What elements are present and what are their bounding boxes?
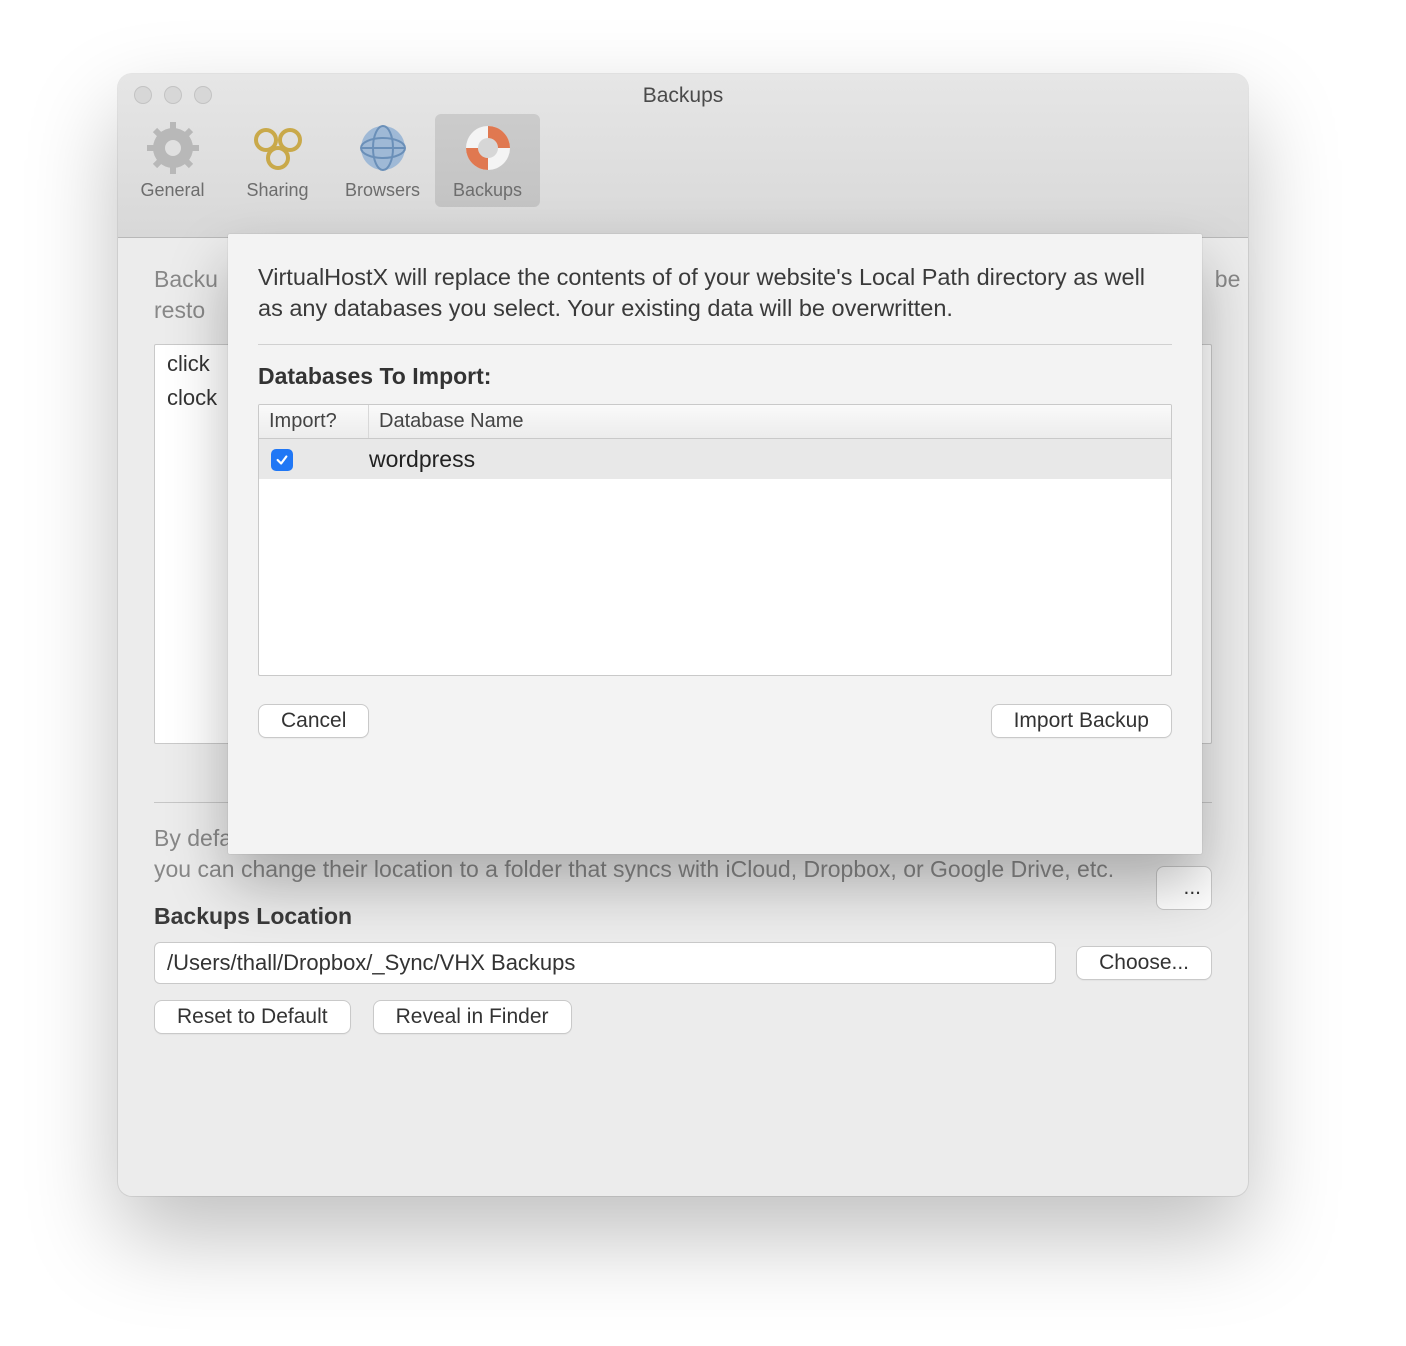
- tab-general[interactable]: General: [120, 114, 225, 207]
- tab-label: General: [120, 180, 225, 201]
- import-checkbox[interactable]: [271, 449, 293, 471]
- choose-location-button[interactable]: Choose...: [1076, 946, 1212, 980]
- preferences-toolbar: General Sharing Browsers Backups: [120, 114, 540, 207]
- checkmark-icon: [275, 453, 289, 467]
- reveal-in-finder-button[interactable]: Reveal in Finder: [373, 1000, 572, 1034]
- backups-location-heading: Backups Location: [154, 903, 1212, 930]
- backups-location-path[interactable]: /Users/thall/Dropbox/_Sync/VHX Backups: [154, 942, 1056, 984]
- database-name-cell: wordpress: [369, 446, 1171, 473]
- databases-table: Import? Database Name wordpress: [258, 404, 1172, 676]
- hidden-button-edge[interactable]: ...: [1156, 866, 1212, 910]
- cancel-button[interactable]: Cancel: [258, 704, 369, 738]
- globe-icon: [357, 122, 409, 174]
- life-preserver-icon: [462, 122, 514, 174]
- sharing-icon: [252, 122, 304, 174]
- table-row[interactable]: wordpress: [259, 439, 1171, 479]
- tab-label: Backups: [435, 180, 540, 201]
- titlebar: Backups General Sharing Browsers: [118, 74, 1248, 238]
- tab-browsers[interactable]: Browsers: [330, 114, 435, 207]
- column-name-header[interactable]: Database Name: [369, 405, 1171, 438]
- tab-backups[interactable]: Backups: [435, 114, 540, 207]
- import-backup-sheet: VirtualHostX will replace the contents o…: [228, 234, 1202, 854]
- tab-sharing[interactable]: Sharing: [225, 114, 330, 207]
- window-title: Backups: [118, 84, 1248, 108]
- column-import-header[interactable]: Import?: [259, 405, 369, 438]
- import-backup-button[interactable]: Import Backup: [991, 704, 1172, 738]
- tab-label: Sharing: [225, 180, 330, 201]
- table-header: Import? Database Name: [259, 405, 1171, 439]
- gear-icon: [147, 122, 199, 174]
- databases-to-import-heading: Databases To Import:: [258, 363, 1172, 390]
- sheet-message: VirtualHostX will replace the contents o…: [258, 262, 1172, 324]
- tab-label: Browsers: [330, 180, 435, 201]
- reset-to-default-button[interactable]: Reset to Default: [154, 1000, 351, 1034]
- sheet-divider: [258, 344, 1172, 345]
